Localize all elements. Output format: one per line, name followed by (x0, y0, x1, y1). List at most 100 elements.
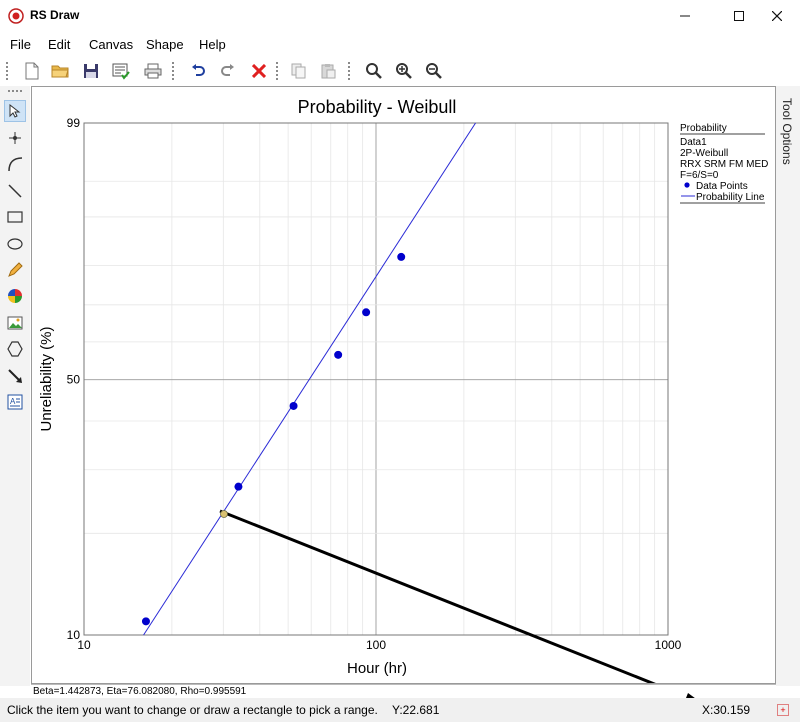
pencil-icon (8, 262, 23, 277)
pie-icon (8, 289, 22, 303)
menu-help[interactable]: Help (199, 37, 226, 52)
polygon-tool[interactable] (4, 338, 26, 360)
tool-options-panel[interactable] (776, 86, 800, 686)
text-box-tool[interactable]: A (4, 391, 26, 413)
redo-button[interactable] (216, 59, 240, 83)
toolbar-grip[interactable] (8, 90, 22, 94)
close-icon (772, 11, 782, 21)
zoom-button[interactable] (362, 59, 386, 83)
data-point[interactable] (397, 252, 406, 261)
text-box-icon: A (7, 394, 23, 410)
y-axis-label: Unreliability (%) (38, 326, 55, 431)
legend-line-3: RRX SRM FM MED (680, 159, 768, 170)
ellipse-tool[interactable] (4, 233, 26, 255)
legend: Probability Data1 2P-Weibull RRX SRM FM … (680, 123, 768, 204)
save-button[interactable] (79, 59, 103, 83)
data-point[interactable] (362, 308, 371, 317)
open-button[interactable] (48, 59, 72, 83)
undo-icon (192, 64, 205, 76)
x-axis-label: Hour (hr) (347, 660, 407, 677)
print-button[interactable] (141, 59, 165, 83)
copy-icon (291, 63, 306, 79)
menu-edit[interactable]: Edit (48, 37, 70, 52)
close-button[interactable] (754, 0, 800, 32)
toolbar-separator (276, 62, 279, 80)
title-bar: RS Draw (0, 0, 800, 32)
drawing-toolbar: A (0, 86, 30, 686)
pointer-icon (9, 104, 21, 118)
pie-tool[interactable] (4, 285, 26, 307)
ellipse-icon (7, 238, 23, 250)
zoom-out-icon (426, 63, 442, 79)
selected-point-marker[interactable] (220, 510, 228, 518)
redo-icon (221, 64, 234, 76)
save-icon (84, 64, 98, 78)
zoom-out-button[interactable] (422, 59, 446, 83)
app-logo-icon (8, 8, 24, 24)
chart-title: Probability - Weibull (298, 97, 457, 117)
zoom-in-button[interactable] (392, 59, 416, 83)
polygon-icon (7, 341, 23, 357)
legend-line-4: F=6/S=0 (680, 170, 719, 181)
data-point[interactable] (289, 401, 298, 410)
arc-icon (8, 157, 23, 172)
rectangle-tool[interactable] (4, 206, 26, 228)
checklist-button[interactable] (109, 59, 133, 83)
drawing-canvas[interactable]: Probability - Weibull Hour (hr) Unreliab… (31, 86, 776, 701)
line-tool[interactable] (4, 180, 26, 202)
menu-canvas[interactable]: Canvas (89, 37, 133, 52)
toolbar-grip[interactable] (6, 62, 9, 80)
data-point[interactable] (141, 617, 150, 626)
menu-file[interactable]: File (10, 37, 31, 52)
point-icon (9, 132, 21, 144)
y-tick-label: 10 (67, 628, 81, 642)
open-folder-icon (51, 65, 69, 78)
pencil-tool[interactable] (4, 259, 26, 281)
annotation-arrow-shaft[interactable] (219, 509, 693, 701)
paste-button[interactable] (316, 59, 340, 83)
legend-entry-points: Data Points (696, 181, 748, 192)
status-y-coordinate: Y:22.681 (392, 703, 440, 717)
toolbar-separator (172, 62, 175, 80)
zoom-in-icon (396, 63, 412, 79)
legend-point-swatch (684, 182, 690, 188)
svg-text:A: A (10, 397, 16, 406)
status-x-coordinate: X:30.159 (702, 703, 751, 717)
status-bar: Click the item you want to change or dra… (0, 698, 800, 722)
legend-title: Probability (680, 123, 727, 134)
weibull-chart[interactable]: Probability - Weibull Hour (hr) Unreliab… (32, 87, 775, 701)
print-icon (144, 63, 162, 79)
status-indicator-icon[interactable]: + (777, 704, 789, 716)
new-button[interactable] (20, 59, 44, 83)
fit-statistics: Beta=1.442873, Eta=76.082080, Rho=0.9955… (31, 684, 776, 698)
arc-tool[interactable] (4, 153, 26, 175)
image-tool[interactable] (4, 312, 26, 334)
y-tick-label: 50 (67, 373, 81, 387)
pointer-tool[interactable] (4, 100, 26, 122)
undo-button[interactable] (186, 59, 210, 83)
new-doc-icon (25, 62, 39, 80)
menu-shape[interactable]: Shape (146, 37, 184, 52)
marker-point[interactable] (220, 510, 228, 518)
status-message: Click the item you want to change or dra… (7, 703, 378, 717)
minimize-icon (680, 15, 690, 17)
point-tool[interactable] (4, 127, 26, 149)
image-icon (7, 316, 23, 330)
data-point[interactable] (334, 350, 343, 359)
annotation-arrow[interactable] (219, 509, 693, 701)
delete-button[interactable] (247, 59, 271, 83)
copy-button[interactable] (287, 59, 311, 83)
x-tick-label: 100 (366, 638, 386, 652)
minimize-button[interactable] (662, 0, 708, 32)
arrow-icon (8, 369, 22, 383)
probability-line[interactable] (143, 122, 476, 636)
line-icon (8, 184, 22, 198)
legend-entry-line: Probability Line (696, 192, 765, 203)
maximize-icon (734, 11, 744, 21)
data-point[interactable] (234, 482, 243, 491)
arrow-tool[interactable] (4, 365, 26, 387)
probability-line-path[interactable] (143, 122, 476, 636)
tool-options-tab[interactable]: Tool Options (780, 98, 794, 165)
delete-icon (252, 64, 266, 78)
checklist-icon (112, 63, 130, 80)
